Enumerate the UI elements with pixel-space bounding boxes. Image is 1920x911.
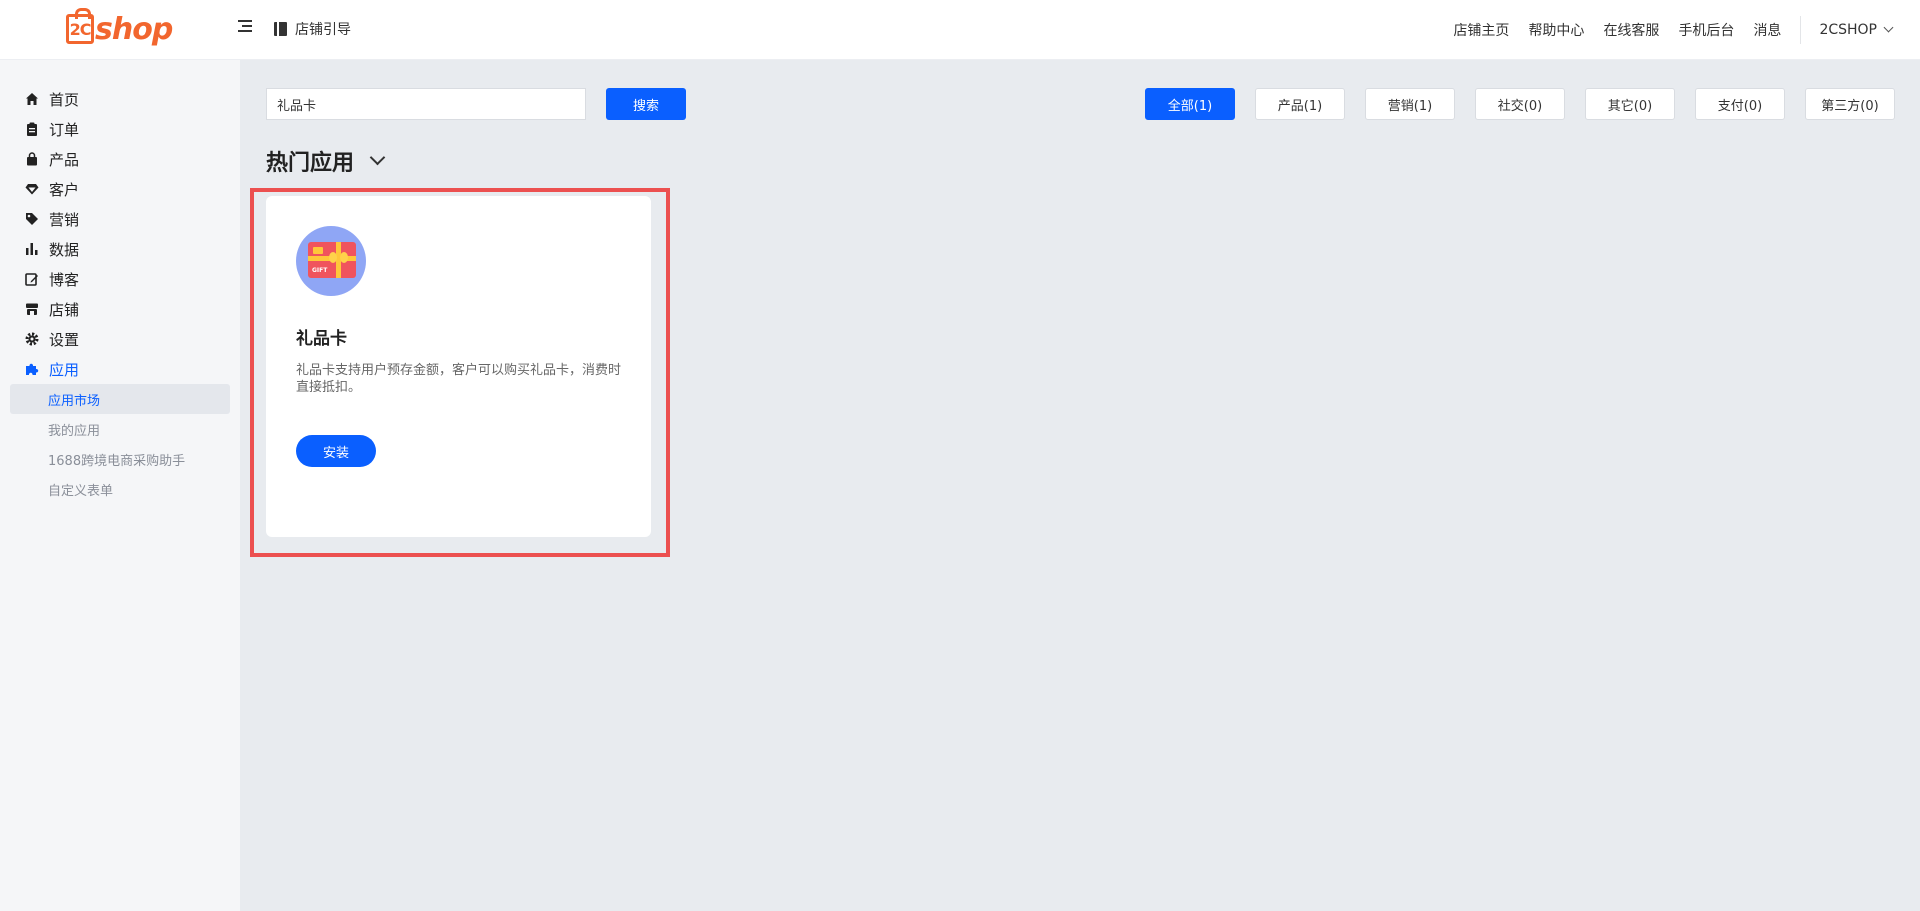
sidebar-item-marketing[interactable]: 营销 [0, 204, 240, 234]
tag-icon [25, 212, 39, 226]
section-title[interactable]: 热门应用 [266, 145, 386, 177]
store-guide-label: 店铺引导 [295, 22, 351, 38]
filter-other[interactable]: 其它(0) [1585, 88, 1675, 120]
sidebar-item-label: 订单 [49, 120, 80, 139]
home-icon [25, 92, 39, 106]
clipboard-icon [25, 122, 39, 136]
filter-payment[interactable]: 支付(0) [1695, 88, 1785, 120]
sidebar-item-settings[interactable]: 设置 [0, 324, 240, 354]
logo[interactable]: 2C shop [66, 8, 173, 49]
gift-card-icon-text: GIFT [312, 267, 328, 274]
sidebar-item-store[interactable]: 店铺 [0, 294, 240, 324]
top-link-online-service[interactable]: 在线客服 [1603, 20, 1659, 40]
sidebar-item-label: 设置 [49, 330, 80, 349]
filter-marketing[interactable]: 营销(1) [1365, 88, 1455, 120]
sidebar-item-label: 博客 [49, 270, 80, 289]
sidebar-item-data[interactable]: 数据 [0, 234, 240, 264]
gift-card-icon: GIFT [296, 226, 366, 296]
sidebar-nav: 首页 订单 产品 客户 营销 数据 博客 店铺 设置 应用 [0, 60, 240, 384]
chevron-down-icon [369, 149, 386, 166]
top-link-messages[interactable]: 消息 [1753, 20, 1781, 40]
search-button[interactable]: 搜索 [606, 88, 686, 120]
filter-all[interactable]: 全部(1) [1145, 88, 1235, 120]
sidebar-subnav: 应用市场 我的应用 1688跨境电商采购助手 自定义表单 [0, 384, 240, 504]
divider [1800, 16, 1802, 44]
filter-social[interactable]: 社交(0) [1475, 88, 1565, 120]
app-name: 礼品卡 [296, 329, 347, 349]
top-header: 2C shop 店铺引导 店铺主页 帮助中心 在线客服 手机后台 消息 2CSH… [0, 0, 1920, 60]
section-title-text: 热门应用 [266, 151, 355, 176]
logo-text: shop [95, 11, 173, 47]
sidebar-item-label: 产品 [49, 150, 80, 169]
sidebar-item-label: 首页 [49, 90, 80, 109]
sidebar-item-label: 营销 [49, 210, 80, 229]
subnav-item-my-apps[interactable]: 我的应用 [10, 414, 230, 444]
top-link-store-home[interactable]: 店铺主页 [1453, 20, 1509, 40]
edit-icon [25, 272, 39, 286]
bar-chart-icon [25, 242, 39, 256]
sidebar-item-customers[interactable]: 客户 [0, 174, 240, 204]
category-filters: 全部(1) 产品(1) 营销(1) 社交(0) 其它(0) 支付(0) 第三方(… [1125, 88, 1895, 120]
store-icon [25, 302, 39, 316]
chevron-down-icon [1883, 22, 1894, 33]
filter-third-party[interactable]: 第三方(0) [1805, 88, 1895, 120]
top-links: 店铺主页 帮助中心 在线客服 手机后台 消息 2CSHOP [1453, 0, 1920, 60]
subnav-item-app-market[interactable]: 应用市场 [10, 384, 230, 414]
puzzle-icon [25, 362, 39, 376]
sidebar-item-label: 客户 [49, 180, 80, 199]
app-description: 礼品卡支持用户预存金额，客户可以购买礼品卡，消费时直接抵扣。 [296, 363, 622, 395]
subnav-item-1688-assistant[interactable]: 1688跨境电商采购助手 [10, 444, 230, 474]
bag-icon [25, 152, 39, 166]
top-link-mobile-admin[interactable]: 手机后台 [1678, 20, 1734, 40]
sidebar-item-home[interactable]: 首页 [0, 84, 240, 114]
sidebar-item-label: 店铺 [49, 300, 80, 319]
top-link-help-center[interactable]: 帮助中心 [1528, 20, 1584, 40]
sidebar-item-orders[interactable]: 订单 [0, 114, 240, 144]
search-input[interactable] [266, 88, 586, 120]
sidebar-item-products[interactable]: 产品 [0, 144, 240, 174]
user-menu[interactable]: 2CSHOP [1819, 22, 1894, 38]
sidebar-item-label: 应用 [49, 360, 80, 379]
shopping-bag-icon: 2C [66, 8, 94, 44]
gear-icon [25, 332, 39, 346]
book-icon [274, 22, 287, 36]
menu-toggle-icon[interactable] [238, 20, 256, 38]
user-label: 2CSHOP [1819, 22, 1877, 38]
sidebar-item-apps[interactable]: 应用 [0, 354, 240, 384]
sidebar-item-label: 数据 [49, 240, 80, 259]
install-button[interactable]: 安装 [296, 435, 376, 467]
diamond-icon [25, 182, 39, 196]
sidebar-item-blog[interactable]: 博客 [0, 264, 240, 294]
subnav-item-custom-form[interactable]: 自定义表单 [10, 474, 230, 504]
sidebar: 首页 订单 产品 客户 营销 数据 博客 店铺 设置 应用 应用市场 我的应用 … [0, 60, 240, 911]
app-card: GIFT 礼品卡 礼品卡支持用户预存金额，客户可以购买礼品卡，消费时直接抵扣。 … [266, 196, 651, 537]
filter-products[interactable]: 产品(1) [1255, 88, 1345, 120]
store-guide-link[interactable]: 店铺引导 [274, 19, 351, 39]
